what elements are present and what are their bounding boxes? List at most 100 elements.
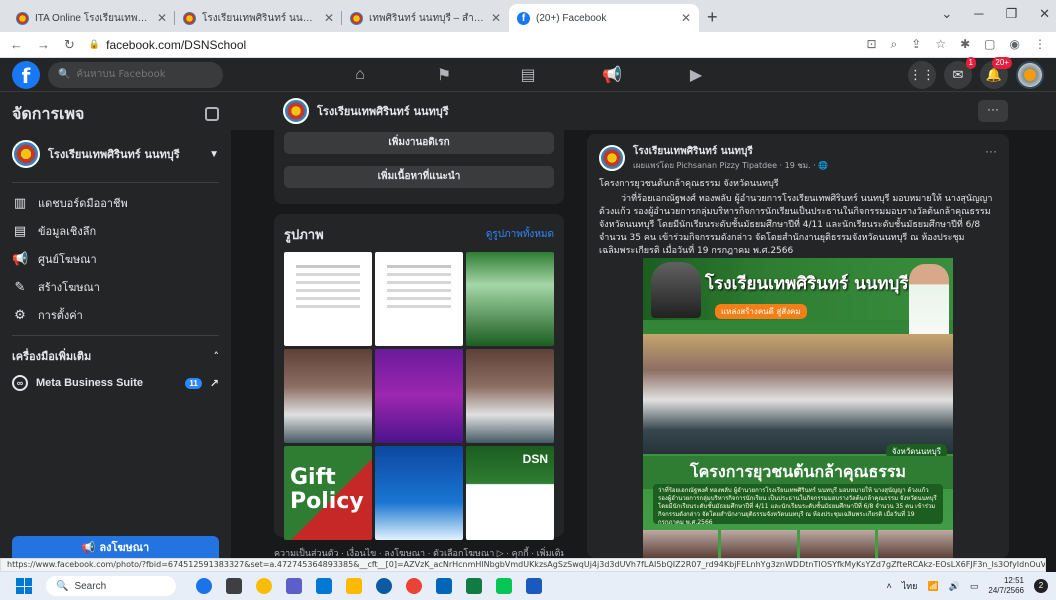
page-switcher[interactable]: โรงเรียนเทพศิรินทร์ นนทบุรี ▼ (12, 132, 219, 176)
photo-thumbnail[interactable] (375, 349, 463, 443)
profile-icon[interactable]: ◉ (1010, 37, 1020, 52)
lock-icon[interactable]: 🔒 (89, 39, 100, 50)
settings-app-icon[interactable] (316, 578, 332, 594)
nav-insights-icon[interactable]: ▤ (486, 58, 570, 92)
sidebar-item-create-ad[interactable]: ✎ สร้างโฆษณา (12, 273, 219, 301)
post-author[interactable]: โรงเรียนเทพศิรินทร์ นนทบุรี (633, 144, 828, 159)
taskbar-search[interactable]: 🔍 Search (46, 576, 176, 596)
footer-links[interactable]: ความเป็นส่วนตัว · เงื่อนไข · ลงโฆษณา · ต… (274, 546, 564, 558)
post-author-avatar[interactable] (599, 145, 625, 171)
url-field[interactable]: 🔒 facebook.com/DSNSchool (89, 38, 853, 52)
forward-icon[interactable]: → (37, 37, 50, 52)
see-all-photos-link[interactable]: ดูรูปภาพทั้งหมด (486, 227, 554, 242)
megaphone-icon: 📢 (12, 251, 29, 267)
promote-button[interactable]: 📢 ลงโฆษณา (12, 536, 219, 558)
zoom-icon[interactable]: ⌕ (891, 37, 898, 52)
sidebar-item-dashboard[interactable]: ▥ แดชบอร์ดมืออาชีพ (12, 189, 219, 217)
tray-chevron-icon[interactable]: ˄ (886, 581, 891, 591)
browser-tab-ita[interactable]: ITA Online โรงเรียนเทพศิรินทร์ นนทบุ ✕ (8, 4, 175, 32)
meta-suite-badge: 11 (185, 377, 202, 389)
close-tab-icon[interactable]: ✕ (324, 11, 334, 25)
close-tab-icon[interactable]: ✕ (491, 11, 501, 25)
account-avatar[interactable] (1016, 61, 1044, 89)
browser-tab-facebook[interactable]: f (20+) Facebook ✕ (509, 4, 699, 32)
photo-thumbnail[interactable] (466, 252, 554, 346)
sidebar-item-settings[interactable]: ⚙ การตั้งค่า (12, 301, 219, 329)
restore-icon[interactable]: ❐ (1005, 6, 1017, 22)
post-more-icon[interactable]: ··· (985, 144, 997, 158)
sidepanel-icon[interactable]: ▢ (984, 37, 995, 52)
word-icon[interactable] (526, 578, 542, 594)
page-avatar[interactable] (283, 98, 309, 124)
photo-thumbnail[interactable] (284, 349, 372, 443)
battery-icon[interactable]: ▭ (970, 581, 979, 592)
browser-tab-debsirin[interactable]: โรงเรียนเทพศิรินทร์ นนทบุรี | Debsirin ✕ (175, 4, 342, 32)
post-meta[interactable]: เผยแพร่โดย Pichsanan Pizzy Tipatdee · 19… (633, 159, 828, 172)
bookmark-star-icon[interactable]: ☆ (935, 37, 946, 52)
browser-app-icon[interactable] (196, 578, 212, 594)
extensions-icon[interactable]: ✱ (960, 37, 970, 52)
menu-dots-icon[interactable]: ⋮ (1034, 37, 1046, 52)
browser-tab-office[interactable]: เทพศิรินทร์ นนทบุรี – สำนักงานเขตพื้น ✕ (342, 4, 509, 32)
tab-title: ITA Online โรงเรียนเทพศิรินทร์ นนทบุ (35, 12, 151, 24)
tab-search-icon[interactable]: ⌄ (941, 6, 952, 22)
add-hobbies-button[interactable]: เพิ่มงานอดิเรก (284, 132, 554, 154)
photo-thumbnail[interactable] (466, 349, 554, 443)
edge-icon[interactable] (376, 578, 392, 594)
close-window-icon[interactable]: ✕ (1039, 6, 1050, 22)
collapse-panel-icon[interactable] (205, 107, 219, 121)
sidebar-item-insights[interactable]: ▤ ข้อมูลเชิงลึก (12, 217, 219, 245)
sidebar-title: จัดการเพจ (12, 103, 85, 123)
page-title[interactable]: โรงเรียนเทพศิรินทร์ นนทบุรี (317, 102, 449, 120)
more-options-button[interactable]: ··· (978, 100, 1008, 122)
notifications-bell-icon[interactable]: 🔔 20+ (980, 57, 1012, 89)
photo-thumbnail[interactable] (375, 252, 463, 346)
post-image[interactable]: โรงเรียนเทพศิรินทร์ นนทบุรี แหล่งสร้างคน… (643, 258, 953, 558)
wifi-icon[interactable]: 📶 (927, 581, 938, 592)
link-status-bar: https://www.facebook.com/photo/?fbid=674… (0, 558, 1046, 572)
toolbar-icons: ⊡ ⌕ ⇪ ☆ ✱ ▢ ◉ ⋮ (866, 37, 1046, 52)
line-icon[interactable] (496, 578, 512, 594)
tools-section-toggle[interactable]: เครื่องมือเพิ่มเติม ˄ (12, 342, 219, 370)
photo-thumbnail-dsn[interactable]: DSN (466, 446, 554, 540)
file-explorer-icon[interactable] (346, 578, 362, 594)
statue-graphic (651, 262, 701, 318)
teams-icon[interactable] (286, 578, 302, 594)
store-icon[interactable] (436, 578, 452, 594)
clock[interactable]: 12:51 24/7/2566 (988, 576, 1024, 596)
task-view-icon[interactable] (226, 578, 242, 594)
volume-icon[interactable]: 🔊 (949, 581, 960, 592)
search-input[interactable] (76, 69, 207, 80)
messenger-badge: 1 (965, 57, 976, 69)
nav-megaphone-icon[interactable]: 📢 (570, 58, 654, 92)
install-icon[interactable]: ⊡ (866, 37, 876, 52)
menu-grid-icon[interactable]: ⋮⋮ (908, 61, 936, 89)
minimize-icon[interactable]: ─ (974, 6, 983, 22)
sidebar-item-ad-center[interactable]: 📢 ศูนย์โฆษณา (12, 245, 219, 273)
sidebar-item-meta-business-suite[interactable]: ∞ Meta Business Suite 11 ↗ (12, 370, 219, 396)
back-icon[interactable]: ← (10, 37, 23, 52)
reload-icon[interactable]: ↻ (64, 37, 75, 53)
main-nav: ⌂ ⚑ ▤ 📢 ▶ (318, 58, 738, 92)
share-icon[interactable]: ⇪ (911, 37, 921, 52)
notification-center-badge[interactable]: 2 (1034, 579, 1048, 593)
language-indicator[interactable]: ไทย (902, 579, 918, 593)
close-tab-icon[interactable]: ✕ (157, 11, 167, 25)
facebook-search[interactable]: 🔍 (48, 61, 223, 88)
url-text[interactable]: facebook.com/DSNSchool (106, 38, 246, 52)
nav-flag-icon[interactable]: ⚑ (402, 58, 486, 92)
messenger-icon[interactable]: ✉ 1 (944, 57, 976, 89)
new-tab-button[interactable]: + (707, 7, 718, 32)
photo-thumbnail[interactable] (375, 446, 463, 540)
excel-icon[interactable] (466, 578, 482, 594)
nav-home-icon[interactable]: ⌂ (318, 58, 402, 92)
windows-start-icon[interactable] (16, 578, 32, 594)
add-featured-button[interactable]: เพิ่มเนื้อหาที่แนะนำ (284, 166, 554, 188)
close-tab-icon[interactable]: ✕ (681, 11, 691, 25)
photo-thumbnail[interactable] (284, 252, 372, 346)
photo-thumbnail-gift-policy[interactable]: Gift Policy (284, 446, 372, 540)
facebook-logo-icon[interactable]: f (12, 60, 40, 89)
nav-video-icon[interactable]: ▶ (654, 58, 738, 92)
weather-icon[interactable] (256, 578, 272, 594)
chrome-icon[interactable] (406, 578, 422, 594)
